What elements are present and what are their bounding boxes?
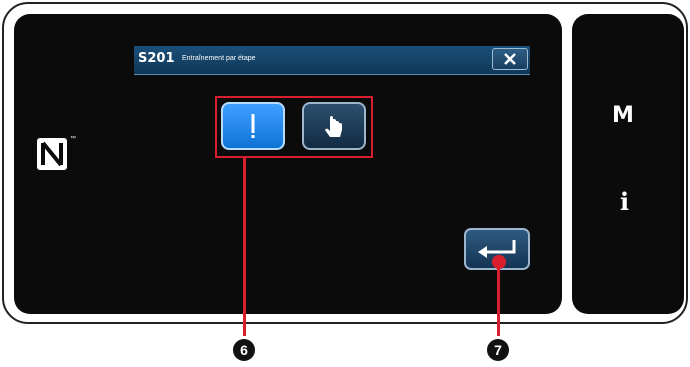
- close-button[interactable]: [492, 48, 528, 70]
- side-panel: [572, 14, 684, 314]
- info-button[interactable]: i: [620, 187, 629, 216]
- callout-badge-7: 7: [487, 339, 509, 361]
- dialog-code: S201: [138, 51, 175, 66]
- callout-badge-6: 6: [233, 339, 255, 361]
- needle-icon: [251, 114, 255, 138]
- callout-line-7: [497, 266, 500, 336]
- pointer-hand-icon: [325, 116, 342, 137]
- dialog-title-bar: S201 Entraînement par étape: [134, 46, 530, 75]
- callout-dot-7: [492, 255, 506, 269]
- dialog-title: Entraînement par étape: [182, 55, 256, 62]
- nfc-icon: ™: [37, 136, 76, 170]
- callout-line-6: [243, 157, 246, 336]
- needle-step-button[interactable]: [221, 102, 285, 150]
- touch-step-button[interactable]: [302, 102, 366, 150]
- menu-m-button[interactable]: M: [612, 103, 634, 128]
- close-icon: [504, 53, 516, 65]
